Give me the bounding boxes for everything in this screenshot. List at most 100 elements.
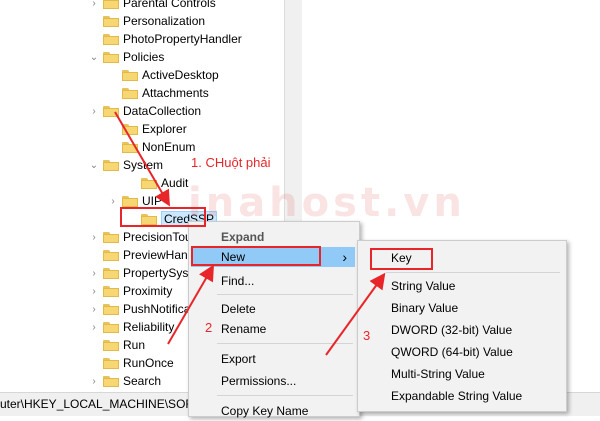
chevron-right-icon[interactable]: › [88,0,100,9]
submenu-item-dword-32-bit-value[interactable]: DWORD (32-bit) Value [360,320,562,340]
tree-item-attachments[interactable]: Attachments [107,84,209,102]
tree-item-system[interactable]: ⌄ System [88,156,163,174]
submenu-item-label: DWORD (32-bit) Value [391,323,513,337]
menu-item-permissions[interactable]: Permissions... [191,371,355,391]
tree-item-label: PushNotifica [123,302,191,316]
menu-item-label: Permissions... [221,374,297,388]
chevron-right-icon[interactable]: › [107,196,119,207]
folder-icon [103,375,119,387]
tree-item-label: PreviewHand [123,248,195,262]
submenu-item-binary-value[interactable]: Binary Value [360,298,562,318]
folder-icon [103,15,119,27]
submenu-item-label: String Value [391,279,456,293]
menu-separator [217,294,353,295]
tree-item-runonce[interactable]: RunOnce [88,354,174,372]
folder-icon [122,141,138,153]
tree-item-label: Proximity [123,284,173,298]
chevron-right-icon[interactable]: › [88,268,100,279]
menu-item-label: Export [221,352,256,366]
highlight-box-credssp [120,207,206,227]
chevron-right-icon: › [342,249,347,265]
folder-icon [103,249,119,261]
tree-item-propertysyst[interactable]: › PropertySyst [88,264,191,282]
tree-item-search[interactable]: › Search [88,372,161,390]
folder-icon [103,33,119,45]
chevron-right-icon[interactable]: › [88,286,100,297]
submenu-item-label: Multi-String Value [391,367,485,381]
folder-icon [103,303,119,315]
tree-item-label: RunOnce [123,356,174,370]
menu-separator [217,395,353,396]
folder-icon [103,51,119,63]
tree-item-run[interactable]: Run [88,336,145,354]
menu-item-find[interactable]: Find... [191,271,355,291]
folder-icon [103,231,119,243]
submenu-item-qword-64-bit-value[interactable]: QWORD (64-bit) Value [360,342,562,362]
annotation-step1: 1. CHuột phải [191,155,271,170]
tree-item-precisiontou[interactable]: › PrecisionTou [88,228,192,246]
tree-item-label: Reliability [123,320,175,334]
folder-icon [103,0,119,9]
watermark: inahost.vn [188,180,466,226]
folder-icon [103,321,119,333]
menu-item-delete[interactable]: Delete [191,299,355,319]
annotation-step3: 3 [363,328,371,343]
chevron-right-icon[interactable]: › [88,232,100,243]
tree-item-policies[interactable]: ⌄ Policies [88,48,165,66]
menu-item-label: Copy Key Name [221,404,309,418]
tree-item-explorer[interactable]: Explorer [107,120,187,138]
tree-item-reliability[interactable]: › Reliability [88,318,174,336]
tree-item-label: PrecisionTou [123,230,192,244]
tree-item-previewhand[interactable]: PreviewHand [88,246,194,264]
tree-item-label: Attachments [142,86,209,100]
tree-item-proximity[interactable]: › Proximity [88,282,172,300]
tree-item-photopropertyhandler[interactable]: PhotoPropertyHandler [88,30,242,48]
chevron-down-icon[interactable]: ⌄ [88,52,100,63]
folder-icon [122,87,138,99]
tree-item-label: Explorer [142,122,187,136]
submenu-item-expandable-string-value[interactable]: Expandable String Value [360,386,562,406]
tree-item-label: DataCollection [123,104,202,118]
menu-item-label: Expand [221,230,265,244]
submenu-item-label: QWORD (64-bit) Value [391,345,513,359]
tree-item-label: Audit [161,176,189,190]
menu-item-label: Rename [221,322,267,336]
chevron-down-icon[interactable]: ⌄ [88,160,100,171]
tree-item-personalization[interactable]: Personalization [88,12,205,30]
menu-separator [217,343,353,344]
submenu-item-label: Expandable String Value [391,389,523,403]
menu-item-label: Find... [221,274,255,288]
folder-icon [103,285,119,297]
tree-item-activedesktop[interactable]: ActiveDesktop [107,66,219,84]
tree-item-pushnotifica[interactable]: › PushNotifica [88,300,190,318]
highlight-box-key [370,248,433,270]
folder-icon [103,159,119,171]
menu-item-label: Delete [221,302,256,316]
tree-item-label: Run [123,338,146,352]
tree-item-audit[interactable]: Audit [126,174,188,192]
chevron-right-icon[interactable]: › [88,322,100,333]
chevron-right-icon[interactable]: › [88,376,100,387]
highlight-box-new [191,246,321,266]
submenu-item-multi-string-value[interactable]: Multi-String Value [360,364,562,384]
chevron-right-icon[interactable]: › [88,304,100,315]
chevron-right-icon[interactable]: › [88,106,100,117]
tree-item-datacollection[interactable]: › DataCollection [88,102,201,120]
tree-item-label: ActiveDesktop [142,68,219,82]
tree-item-label: Search [123,374,162,388]
menu-item-rename[interactable]: Rename [191,319,355,339]
menu-item-expand[interactable]: Expand [191,227,355,247]
status-path: uter\HKEY_LOCAL_MACHINE\SOFT [0,397,201,411]
tree-item-label: Personalization [123,14,206,28]
tree-item-label: System [123,158,164,172]
menu-separator [386,272,560,273]
submenu-item-string-value[interactable]: String Value [360,276,562,296]
annotation-step2: 2 [205,320,213,335]
tree-item-parental-controls[interactable]: › Parental Controls [88,0,216,12]
folder-icon [103,105,119,117]
folder-icon [141,177,157,189]
menu-item-export[interactable]: Export [191,349,355,369]
menu-item-copy-key-name[interactable]: Copy Key Name [191,401,355,421]
tree-item-nonenum[interactable]: NonEnum [107,138,195,156]
folder-icon [122,195,138,207]
